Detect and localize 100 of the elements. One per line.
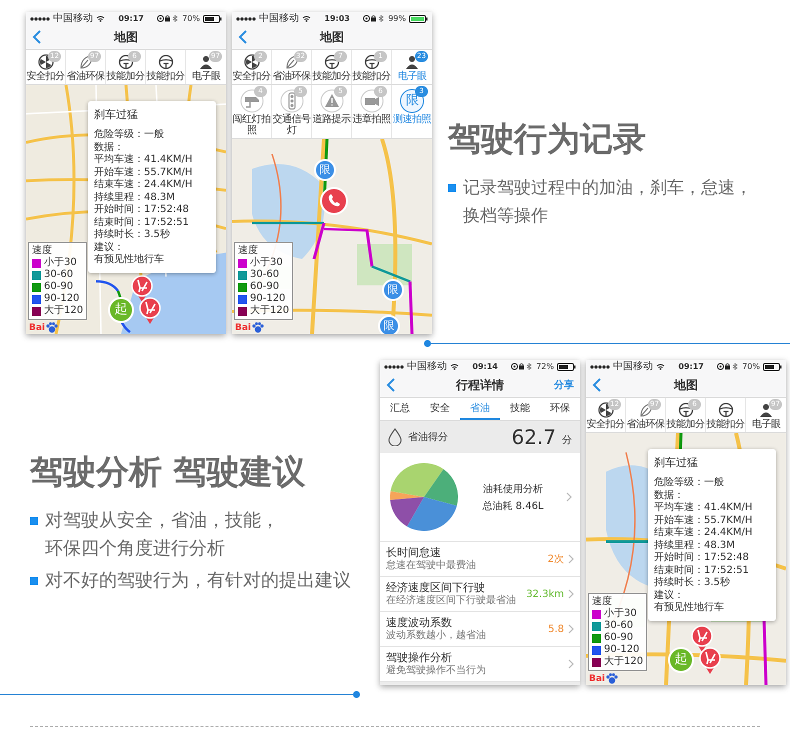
popup-text: 持续里程：48.3M <box>94 192 176 204</box>
chevron-icon <box>566 492 572 502</box>
legend-label: 小于30 <box>604 608 637 620</box>
pie-chart-drawing <box>388 461 460 533</box>
row-subtitle: 怠速在驾驶中最费油 <box>386 560 477 572</box>
analysis-title: 油耗使用分析 <box>483 482 543 496</box>
list-row[interactable]: 长时间怠速 怠速在驾驶中最费油 2次 <box>380 542 580 577</box>
popup-text: 持续里程：48.3M <box>654 540 736 552</box>
tab[interactable]: 安全 <box>420 398 460 420</box>
popup-text: 开始车速：55.7KM/H <box>94 166 194 178</box>
legend-label: 90-120 <box>604 644 640 656</box>
row-subtitle: 波动系数越小，越省油 <box>386 630 487 642</box>
chevron-icon <box>568 589 574 599</box>
nav-title: 地图 <box>112 28 139 46</box>
steering-wheel-icon <box>118 54 134 70</box>
paw-icon <box>252 322 264 333</box>
seat-marker-icon <box>138 297 162 325</box>
analysis-card[interactable]: 油耗使用分析 总油耗 8.46L <box>380 453 580 542</box>
tab[interactable]: 汇总 <box>380 398 420 420</box>
popup-text: 结束时间：17:52:51 <box>654 564 750 576</box>
battery-percent: 70% <box>742 362 760 371</box>
battery-percent: 72% <box>536 362 554 371</box>
steering-wheel-icon <box>324 54 340 70</box>
legend-label: 大于120 <box>604 656 644 668</box>
seat-marker-icon <box>698 647 722 675</box>
list-row[interactable]: 驾驶操作分析 避免驾驶操作不当行为 <box>380 647 580 682</box>
status-icons-drawing <box>363 15 386 22</box>
chevron-icon <box>568 554 574 564</box>
divider-dot <box>424 340 431 347</box>
row-title: 经济速度区间下行驶 <box>386 581 486 594</box>
legend-label: 30-60 <box>604 620 634 632</box>
popup-text: 开始时间：17:52:48 <box>654 552 750 564</box>
steering-wheel-icon <box>158 54 174 70</box>
tab[interactable]: 技能 <box>500 398 540 420</box>
chevron-icon <box>568 659 574 669</box>
legend-label: 大于120 <box>250 305 290 317</box>
divider-dot <box>353 691 360 698</box>
bullet-text: 对驾驶从安全，省油，技能， 环保四个角度进行分析 <box>45 509 279 561</box>
back-icon[interactable] <box>238 30 248 44</box>
popup-text: 开始时间：17:52:48 <box>94 204 190 216</box>
carrier-label: 中国移动 <box>53 12 93 24</box>
row-value: 5.8 <box>548 624 564 634</box>
back-icon[interactable] <box>386 378 396 392</box>
nav-title: 地图 <box>672 376 699 394</box>
legend-label: 大于120 <box>44 305 84 317</box>
steering-wheel-icon <box>718 402 734 418</box>
row-title: 驾驶操作分析 <box>386 651 453 664</box>
row-title: 速度波动系数 <box>386 616 453 629</box>
popup-text: 数据： <box>94 142 125 154</box>
bullet-text: 记录驾驶过程中的加油，刹车，怠速， 换档等操作 <box>463 176 752 228</box>
map-logo: Bai <box>589 674 606 684</box>
popup-title: 刹车过猛 <box>654 455 699 470</box>
legend-label: 60-90 <box>250 281 280 293</box>
bullet-text: 对不好的驾驶行为，有针对的提出建议 <box>45 569 351 593</box>
popup-text: 结束时间：17:52:51 <box>94 216 190 228</box>
popup-text: 开始车速：55.7KM/H <box>654 514 754 526</box>
status-icons-drawing <box>157 15 180 22</box>
back-icon[interactable] <box>592 378 602 392</box>
tab[interactable]: 环保 <box>540 398 580 420</box>
section-heading: 驾驶行为记录 <box>448 118 647 160</box>
status-icons-drawing <box>717 363 740 370</box>
score-value: 62.7 <box>511 425 556 449</box>
steering-wheel-icon <box>364 54 380 70</box>
wifi-icon <box>302 15 311 22</box>
legend-title: 速度 <box>592 596 613 608</box>
status-time: 09:17 <box>678 362 704 371</box>
radiation-icon <box>244 54 260 70</box>
nav-title: 地图 <box>318 28 345 46</box>
chevron-icon <box>568 624 574 634</box>
popup-text: 有预见性地行车 <box>94 254 165 266</box>
category-tab[interactable]: 技能扣分 <box>146 50 186 84</box>
back-icon[interactable] <box>32 30 42 44</box>
bullet-icon <box>448 184 456 192</box>
popup-text: 危险等级：一般 <box>654 477 725 490</box>
legend-label: 30-60 <box>44 269 74 281</box>
carrier-label: 中国移动 <box>407 360 447 372</box>
wifi-icon <box>450 363 459 370</box>
status-time: 19:03 <box>324 14 350 23</box>
popup-text: 结束车速：24.4KM/H <box>654 527 754 540</box>
category-tab[interactable]: 技能扣分 <box>706 398 746 432</box>
popup-text: 平均车速：41.4KM/H <box>94 154 194 166</box>
signal-icon <box>30 16 50 22</box>
list-row[interactable]: 速度波动系数 波动系数越小，越省油 5.8 <box>380 612 580 647</box>
legend-label: 60-90 <box>604 632 634 644</box>
steering-wheel-icon <box>678 402 694 418</box>
popup-text: 建议： <box>94 242 125 254</box>
legend-label: 30-60 <box>250 269 280 281</box>
analysis-total: 总油耗 8.46L <box>482 500 544 512</box>
wifi-icon <box>96 15 105 22</box>
signal-icon <box>236 16 256 22</box>
popup-text: 危险等级：一般 <box>94 129 165 142</box>
carrier-label: 中国移动 <box>259 12 299 24</box>
popup-text: 结束车速：24.4KM/H <box>94 179 194 192</box>
popup-text: 持续时长：3.5秒 <box>654 577 731 590</box>
legend-label: 90-120 <box>44 293 80 304</box>
row-subtitle: 避免驾驶操作不当行为 <box>386 665 487 677</box>
map-logo: Bai <box>29 322 46 332</box>
paw-icon <box>46 322 58 333</box>
legend-title: 速度 <box>238 245 259 256</box>
battery-percent: 99% <box>388 14 406 23</box>
